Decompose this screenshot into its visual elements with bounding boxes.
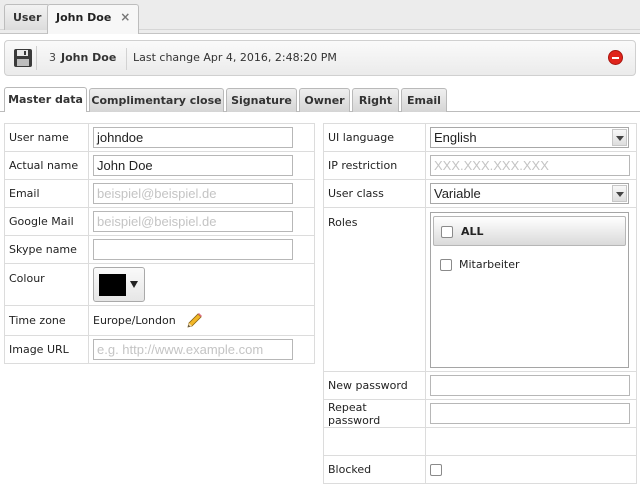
- time-zone-value: Europe/London: [93, 314, 176, 327]
- close-record-icon[interactable]: [608, 50, 623, 65]
- role-mitarbeiter-checkbox[interactable]: [440, 258, 452, 271]
- chevron-down-icon: [130, 281, 138, 288]
- image-url-label: Image URL: [4, 335, 89, 364]
- tab-owner[interactable]: Owner: [299, 88, 350, 112]
- last-change-text: Last change Apr 4, 2016, 2:48:20 PM: [133, 51, 337, 64]
- save-button[interactable]: [11, 46, 37, 70]
- close-tab-icon[interactable]: ×: [120, 5, 130, 30]
- ui-language-value: English: [434, 130, 477, 145]
- tab-master-data-label: Master data: [8, 93, 83, 106]
- tab-email[interactable]: Email: [401, 88, 447, 112]
- tab-complimentary-close[interactable]: Complimentary close: [89, 88, 224, 112]
- new-password-field[interactable]: [430, 375, 630, 396]
- ui-language-label: UI language: [323, 123, 426, 152]
- tab-john-doe[interactable]: John Doe ×: [47, 4, 140, 34]
- tab-signature-label: Signature: [231, 94, 292, 107]
- skype-name-field[interactable]: [93, 239, 293, 260]
- role-all-label: ALL: [461, 224, 484, 238]
- user-class-select[interactable]: Variable: [430, 183, 629, 204]
- blocked-label: Blocked: [323, 455, 426, 484]
- toolbar-divider: [126, 48, 127, 70]
- empty-row-cell: [323, 427, 426, 456]
- tab-master-data[interactable]: Master data: [4, 87, 87, 112]
- role-mitarbeiter-label: Mitarbeiter: [459, 257, 520, 271]
- left-form-table: User name johndoe Actual name John Doe E…: [4, 123, 315, 364]
- google-mail-field[interactable]: beispiel@beispiel.de: [93, 211, 293, 232]
- user-name-field[interactable]: johndoe: [93, 127, 293, 148]
- google-mail-label: Google Mail: [4, 207, 89, 236]
- tab-right[interactable]: Right: [352, 88, 399, 112]
- pencil-edit-icon[interactable]: [185, 312, 203, 330]
- repeat-password-field[interactable]: [430, 403, 630, 424]
- tab-right-label: Right: [358, 94, 393, 107]
- new-password-label: New password: [323, 371, 426, 400]
- record-id: 3: [49, 51, 56, 64]
- tab-signature[interactable]: Signature: [226, 88, 297, 112]
- email-field[interactable]: beispiel@beispiel.de: [93, 183, 293, 204]
- tab-complimentary-close-label: Complimentary close: [91, 94, 222, 107]
- ui-language-select[interactable]: English: [430, 127, 629, 148]
- record-name: John Doe: [61, 51, 117, 64]
- skype-name-label: Skype name: [4, 235, 89, 264]
- user-name-label: User name: [4, 123, 89, 152]
- colour-label: Colour: [4, 263, 89, 306]
- tab-user-list-label: User: [13, 11, 42, 24]
- blocked-checkbox[interactable]: [430, 464, 442, 476]
- user-class-value: Variable: [434, 186, 481, 201]
- section-tab-bar: Master data Complimentary close Signatur…: [0, 84, 640, 113]
- email-label: Email: [4, 179, 89, 208]
- role-all-checkbox[interactable]: [441, 225, 453, 238]
- repeat-password-label: Repeat password: [323, 399, 426, 428]
- roles-list: ALL Mitarbeiter: [430, 211, 629, 368]
- tab-user-list[interactable]: User: [4, 4, 51, 30]
- tab-email-label: Email: [407, 94, 441, 107]
- image-url-field[interactable]: e.g. http://www.example.com: [93, 339, 293, 360]
- actual-name-label: Actual name: [4, 151, 89, 180]
- time-zone-label: Time zone: [4, 305, 89, 336]
- role-item-all[interactable]: ALL: [433, 215, 626, 246]
- empty-row-cell: [425, 427, 637, 456]
- tab-john-doe-label: John Doe: [56, 11, 112, 24]
- dropdown-arrow-icon: [612, 185, 627, 202]
- ip-restriction-label: IP restriction: [323, 151, 426, 180]
- actual-name-field[interactable]: John Doe: [93, 155, 293, 176]
- right-form-table: UI language English IP restriction XXX.X…: [323, 123, 637, 484]
- colour-swatch: [99, 274, 126, 296]
- ip-restriction-field[interactable]: XXX.XXX.XXX.XXX: [430, 155, 630, 176]
- tab-owner-label: Owner: [304, 94, 345, 107]
- roles-label: Roles: [323, 207, 426, 372]
- record-toolbar: 3 John Doe Last change Apr 4, 2016, 2:48…: [4, 40, 636, 76]
- master-data-left-form: User name johndoe Actual name John Doe E…: [4, 123, 315, 364]
- colour-picker-button[interactable]: [93, 267, 145, 302]
- master-data-right-form: UI language English IP restriction XXX.X…: [323, 123, 637, 484]
- floppy-disk-icon: [14, 49, 32, 67]
- dropdown-arrow-icon: [612, 129, 627, 146]
- user-class-label: User class: [323, 179, 426, 208]
- document-tab-bar: User John Doe ×: [0, 0, 640, 34]
